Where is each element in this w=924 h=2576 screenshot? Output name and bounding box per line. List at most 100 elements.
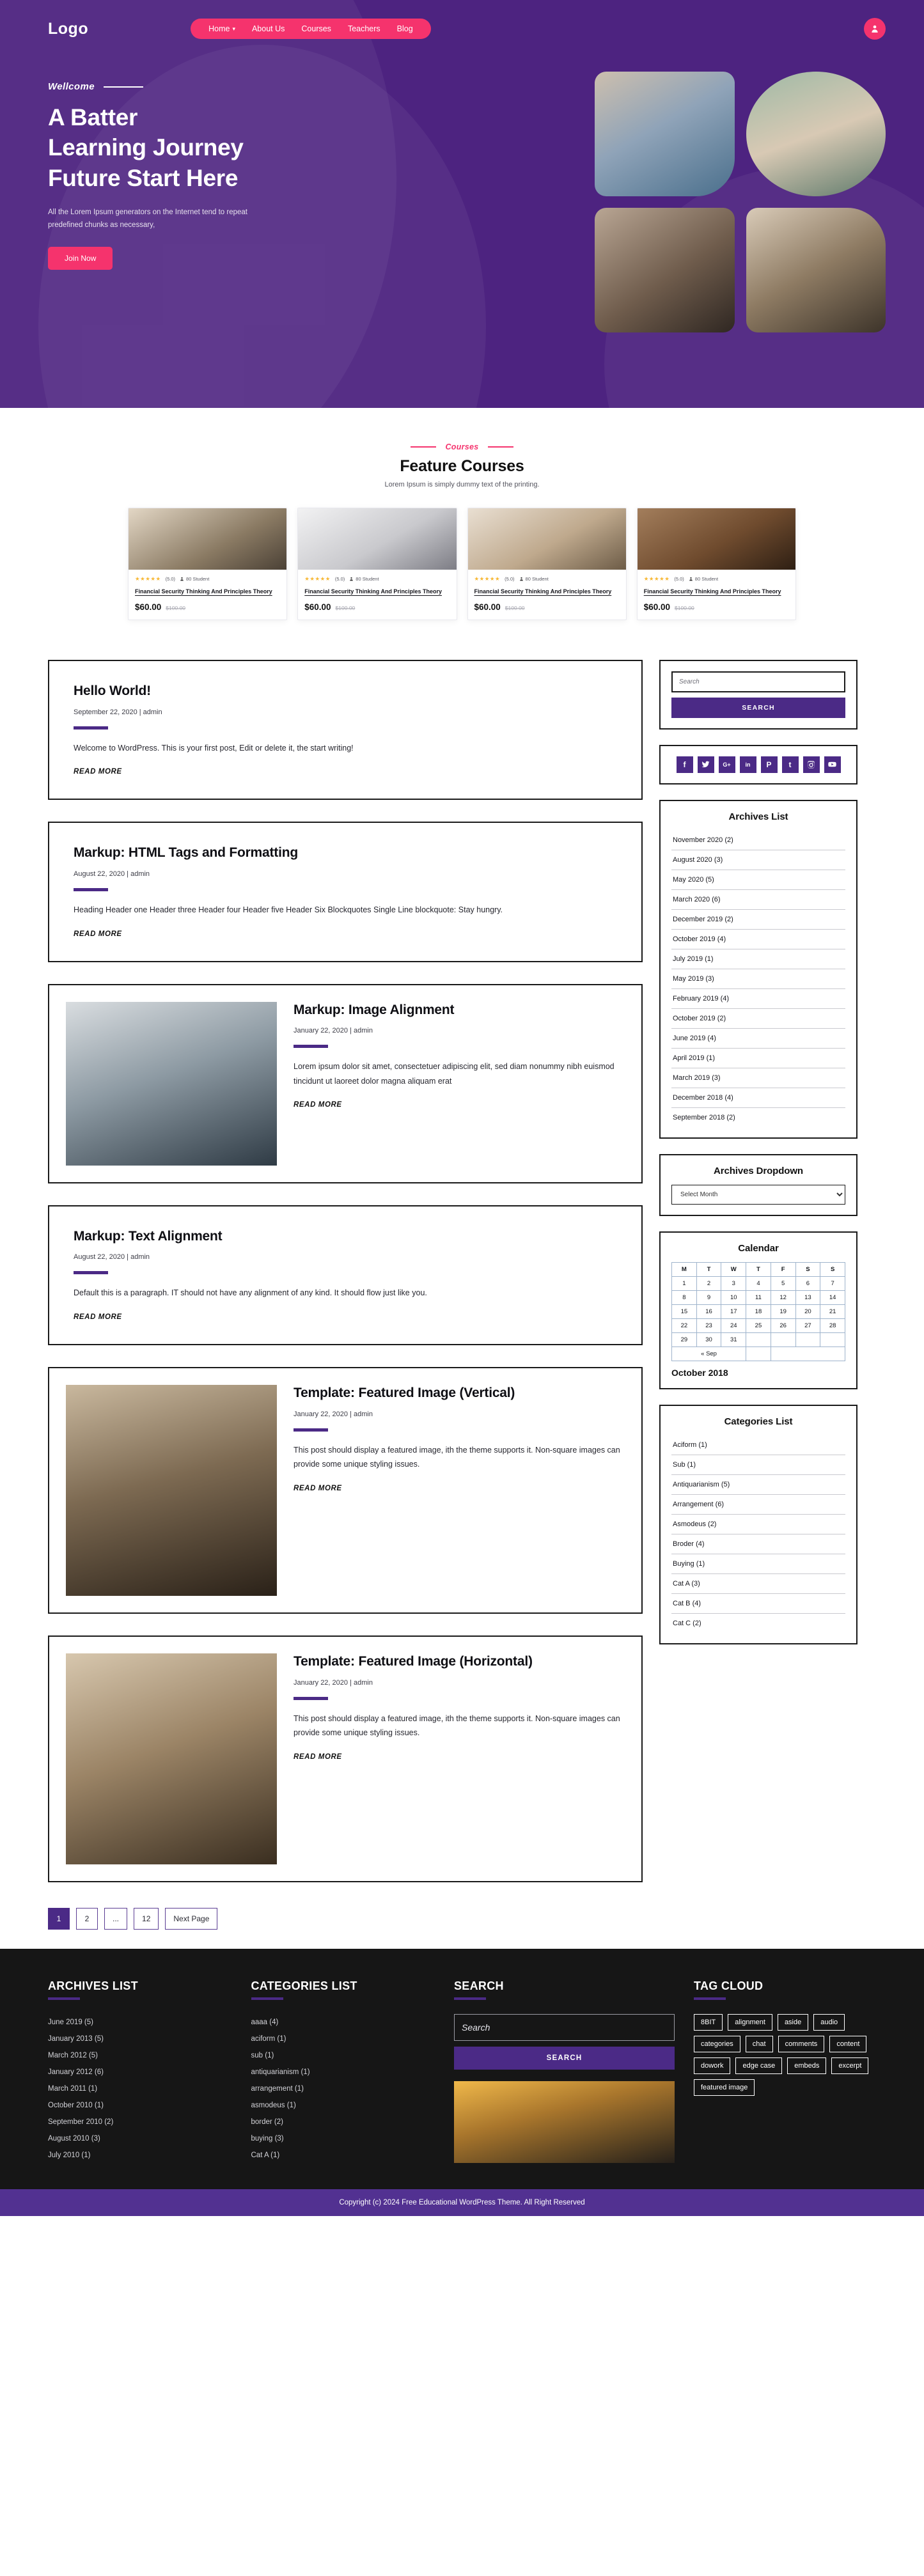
list-item[interactable]: Cat A (3)	[671, 1574, 845, 1594]
calendar-day[interactable]: 12	[770, 1290, 796, 1305]
pagination-page-2[interactable]: 2	[76, 1907, 98, 1930]
list-item[interactable]: July 2019 (1)	[671, 949, 845, 969]
calendar-day[interactable]: 31	[721, 1332, 747, 1347]
list-item[interactable]: antiquarianism (1)	[251, 2064, 435, 2080]
tag-item[interactable]: comments	[778, 2035, 825, 2052]
course-title[interactable]: Financial Security Thinking And Principl…	[474, 587, 620, 597]
nav-item-home[interactable]: Home ▾	[208, 24, 235, 33]
list-item[interactable]: Broder (4)	[671, 1534, 845, 1554]
google-plus-icon[interactable]: G+	[718, 756, 735, 773]
list-item[interactable]: Antiquarianism (5)	[671, 1475, 845, 1495]
pagination-next-page[interactable]: Next Page	[165, 1907, 218, 1930]
twitter-icon[interactable]	[697, 756, 714, 773]
list-item[interactable]: October 2019 (4)	[671, 930, 845, 949]
calendar-day[interactable]: 15	[671, 1304, 697, 1319]
read-more-link[interactable]: READ MORE	[74, 768, 122, 776]
calendar-day[interactable]: 13	[795, 1290, 821, 1305]
pinterest-icon[interactable]: P	[760, 756, 778, 773]
linkedin-icon[interactable]: in	[739, 756, 756, 773]
calendar-day[interactable]: 7	[820, 1276, 845, 1291]
calendar-day[interactable]: 14	[820, 1290, 845, 1305]
list-item[interactable]: Arrangement (6)	[671, 1495, 845, 1515]
calendar-day[interactable]: 27	[795, 1318, 821, 1333]
pagination-ellipsis[interactable]: ...	[104, 1907, 128, 1930]
calendar-day[interactable]: 6	[795, 1276, 821, 1291]
course-title[interactable]: Financial Security Thinking And Principl…	[304, 587, 450, 597]
list-item[interactable]: September 2018 (2)	[671, 1108, 845, 1127]
list-item[interactable]: March 2020 (6)	[671, 890, 845, 910]
list-item[interactable]: June 2019 (5)	[48, 2014, 232, 2031]
tag-item[interactable]: audio	[813, 2013, 845, 2031]
post-title[interactable]: Template: Featured Image (Vertical)	[294, 1385, 622, 1402]
nav-item-courses[interactable]: Courses	[301, 24, 331, 33]
list-item[interactable]: October 2019 (2)	[671, 1009, 845, 1029]
pagination-page-12[interactable]: 12	[134, 1907, 159, 1930]
list-item[interactable]: asmodeus (1)	[251, 2097, 435, 2114]
list-item[interactable]: September 2010 (2)	[48, 2114, 232, 2130]
list-item[interactable]: Aciform (1)	[671, 1435, 845, 1455]
calendar-prev-month-link[interactable]: « Sep	[671, 1346, 747, 1361]
pagination-page-1[interactable]: 1	[48, 1907, 70, 1930]
calendar-day[interactable]: 9	[696, 1290, 722, 1305]
calendar-day[interactable]: 23	[696, 1318, 722, 1333]
tumblr-icon[interactable]: t	[781, 756, 799, 773]
calendar-day[interactable]: 19	[770, 1304, 796, 1319]
calendar-day[interactable]: 4	[746, 1276, 771, 1291]
calendar-day[interactable]: 20	[795, 1304, 821, 1319]
calendar-day[interactable]: 2	[696, 1276, 722, 1291]
read-more-link[interactable]: READ MORE	[294, 1101, 342, 1109]
nav-item-about-us[interactable]: About Us	[252, 24, 285, 33]
tag-item[interactable]: 8BIT	[694, 2013, 723, 2031]
join-now-button[interactable]: Join Now	[48, 247, 113, 270]
calendar-day[interactable]: 22	[671, 1318, 697, 1333]
list-item[interactable]: October 2010 (1)	[48, 2097, 232, 2114]
calendar-day[interactable]: 10	[721, 1290, 747, 1305]
account-button[interactable]	[864, 18, 886, 40]
archives-month-select[interactable]: Select Month	[671, 1184, 845, 1205]
calendar-day[interactable]: 1	[671, 1276, 697, 1291]
list-item[interactable]: January 2012 (6)	[48, 2064, 232, 2080]
list-item[interactable]: November 2020 (2)	[671, 831, 845, 850]
search-input[interactable]	[671, 671, 845, 692]
list-item[interactable]: December 2018 (4)	[671, 1088, 845, 1108]
calendar-day[interactable]: 21	[820, 1304, 845, 1319]
calendar-day[interactable]: 30	[696, 1332, 722, 1347]
calendar-day[interactable]: 26	[770, 1318, 796, 1333]
post-title[interactable]: Markup: HTML Tags and Formatting	[74, 845, 617, 862]
site-logo[interactable]: Logo	[48, 20, 88, 38]
list-item[interactable]: March 2011 (1)	[48, 2080, 232, 2097]
list-item[interactable]: buying (3)	[251, 2130, 435, 2147]
calendar-day[interactable]: 16	[696, 1304, 722, 1319]
list-item[interactable]: May 2019 (3)	[671, 969, 845, 989]
list-item[interactable]: Cat A (1)	[251, 2147, 435, 2164]
facebook-icon[interactable]: f	[676, 756, 693, 773]
calendar-day[interactable]: 17	[721, 1304, 747, 1319]
tag-item[interactable]: excerpt	[831, 2057, 869, 2074]
calendar-day[interactable]: 29	[671, 1332, 697, 1347]
tag-item[interactable]: chat	[745, 2035, 773, 2052]
list-item[interactable]: December 2019 (2)	[671, 910, 845, 930]
calendar-day[interactable]: 24	[721, 1318, 747, 1333]
nav-item-blog[interactable]: Blog	[397, 24, 413, 33]
tag-item[interactable]: edge case	[735, 2057, 783, 2074]
nav-item-teachers[interactable]: Teachers	[348, 24, 380, 33]
list-item[interactable]: Cat B (4)	[671, 1594, 845, 1614]
tag-item[interactable]: content	[829, 2035, 867, 2052]
list-item[interactable]: January 2013 (5)	[48, 2031, 232, 2047]
list-item[interactable]: March 2012 (5)	[48, 2047, 232, 2064]
calendar-day[interactable]: 5	[770, 1276, 796, 1291]
read-more-link[interactable]: READ MORE	[294, 1753, 342, 1761]
tag-item[interactable]: featured image	[694, 2079, 755, 2096]
list-item[interactable]: aaaa (4)	[251, 2014, 435, 2031]
list-item[interactable]: Sub (1)	[671, 1455, 845, 1475]
tag-item[interactable]: alignment	[728, 2013, 772, 2031]
calendar-day[interactable]: 11	[746, 1290, 771, 1305]
course-title[interactable]: Financial Security Thinking And Principl…	[135, 587, 280, 597]
list-item[interactable]: March 2019 (3)	[671, 1068, 845, 1088]
list-item[interactable]: June 2019 (4)	[671, 1029, 845, 1049]
youtube-icon[interactable]	[824, 756, 841, 773]
course-card[interactable]: ★★★★★ (5.0) 80 Student Financial Securit…	[297, 508, 457, 620]
list-item[interactable]: Asmodeus (2)	[671, 1515, 845, 1534]
tag-item[interactable]: dowork	[694, 2057, 731, 2074]
calendar-day[interactable]: 8	[671, 1290, 697, 1305]
